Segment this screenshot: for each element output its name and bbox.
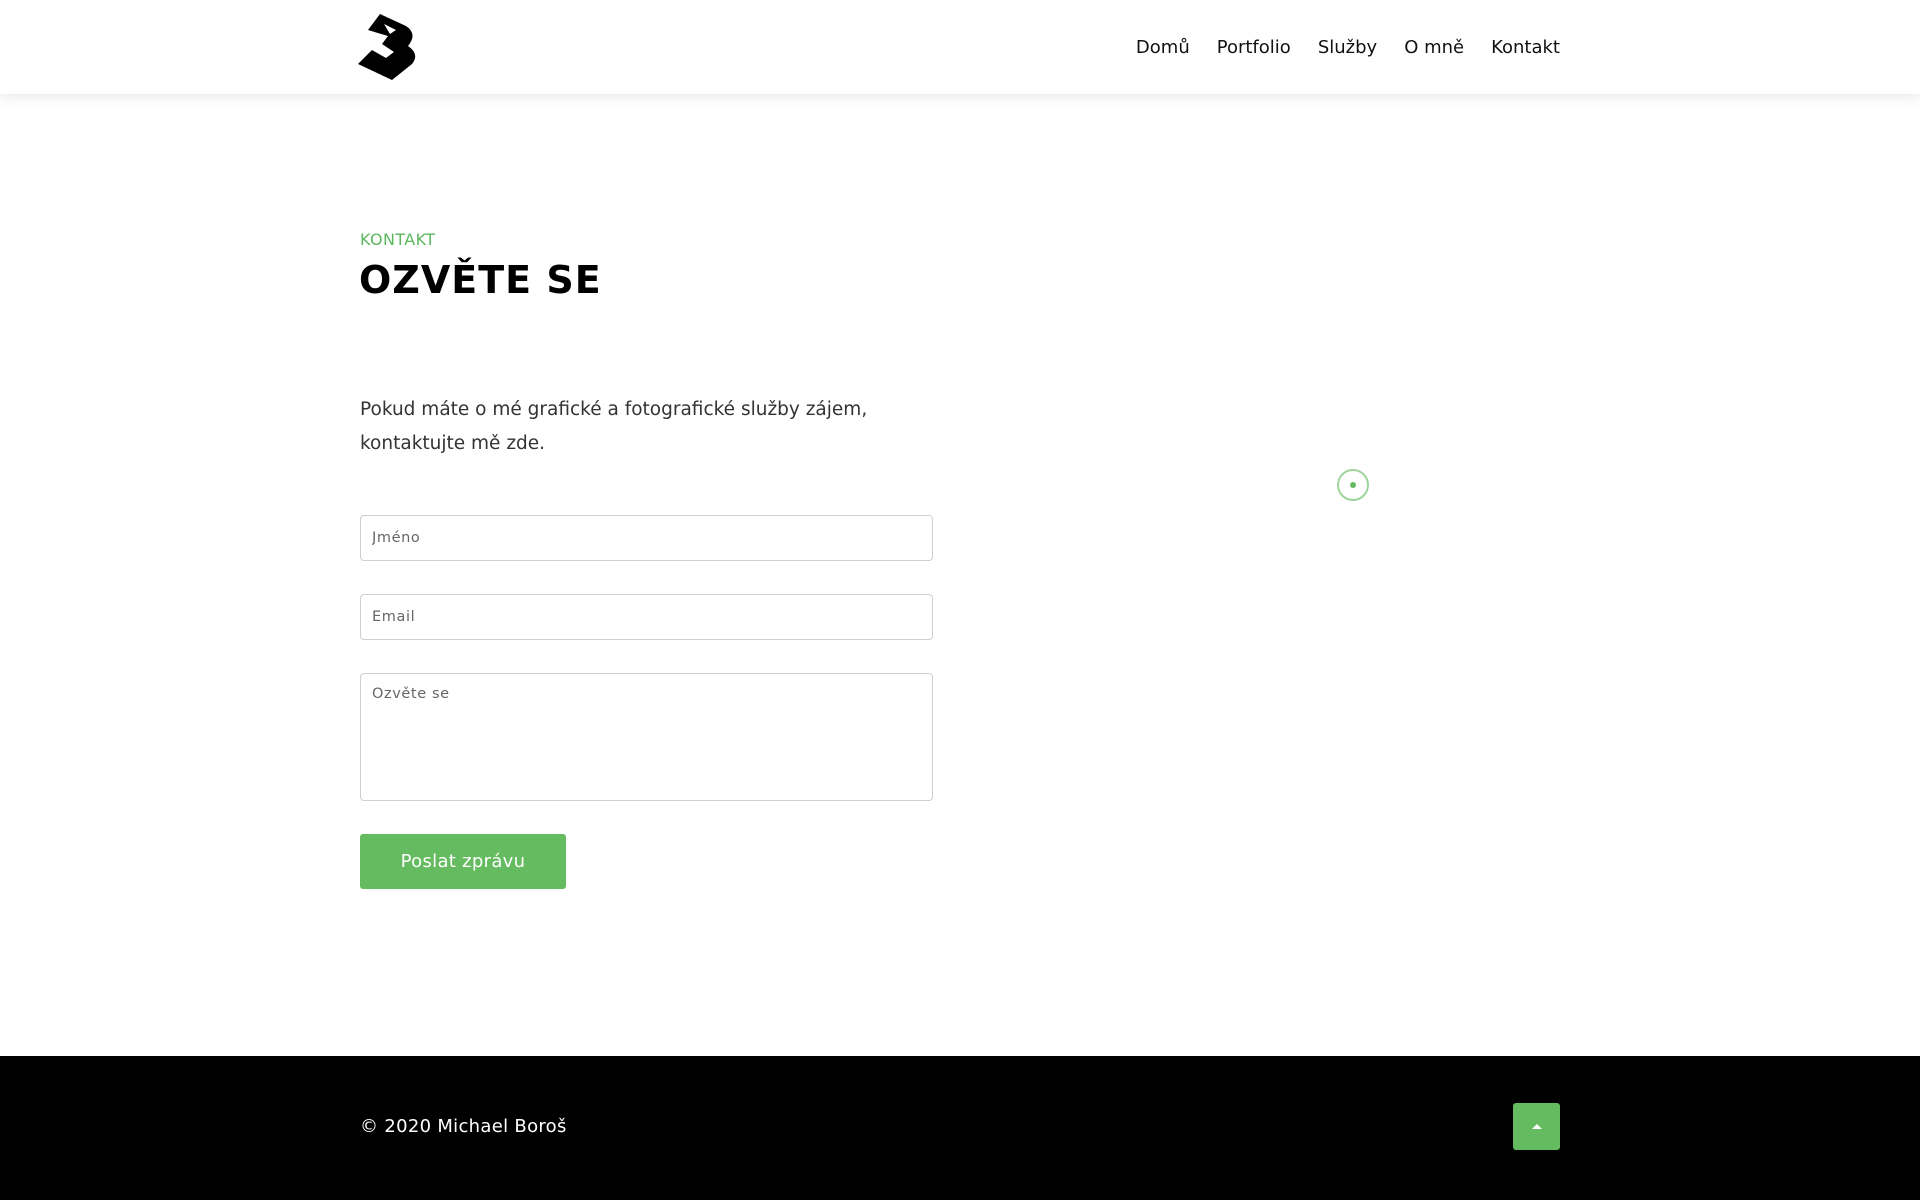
logo-icon[interactable]: [358, 14, 416, 80]
nav-item-domu[interactable]: Domů: [1136, 37, 1190, 58]
copyright-text: © 2020 Michael Boroš: [360, 1116, 567, 1137]
main-nav: Domů Portfolio Služby O mně Kontakt: [1136, 0, 1560, 94]
section-label: KONTAKT: [360, 230, 436, 249]
site-header: Domů Portfolio Služby O mně Kontakt: [0, 0, 1920, 94]
site-footer: [0, 1056, 1920, 1200]
name-field[interactable]: [360, 515, 933, 561]
page-title: OZVĚTE SE: [359, 258, 602, 302]
email-field[interactable]: [360, 594, 933, 640]
nav-item-kontakt[interactable]: Kontakt: [1491, 37, 1560, 58]
intro-text: Pokud máte o mé grafické a fotografické …: [360, 399, 868, 454]
message-field[interactable]: [360, 673, 933, 801]
back-to-top-button[interactable]: [1513, 1103, 1560, 1150]
loading-spinner-icon: [1336, 468, 1370, 502]
caret-up-icon: [1531, 1124, 1542, 1129]
nav-item-portfolio[interactable]: Portfolio: [1217, 37, 1291, 58]
nav-item-sluzby[interactable]: Služby: [1318, 37, 1377, 58]
send-message-button[interactable]: Poslat zprávu: [360, 834, 566, 889]
nav-item-o-mne[interactable]: O mně: [1404, 37, 1464, 58]
